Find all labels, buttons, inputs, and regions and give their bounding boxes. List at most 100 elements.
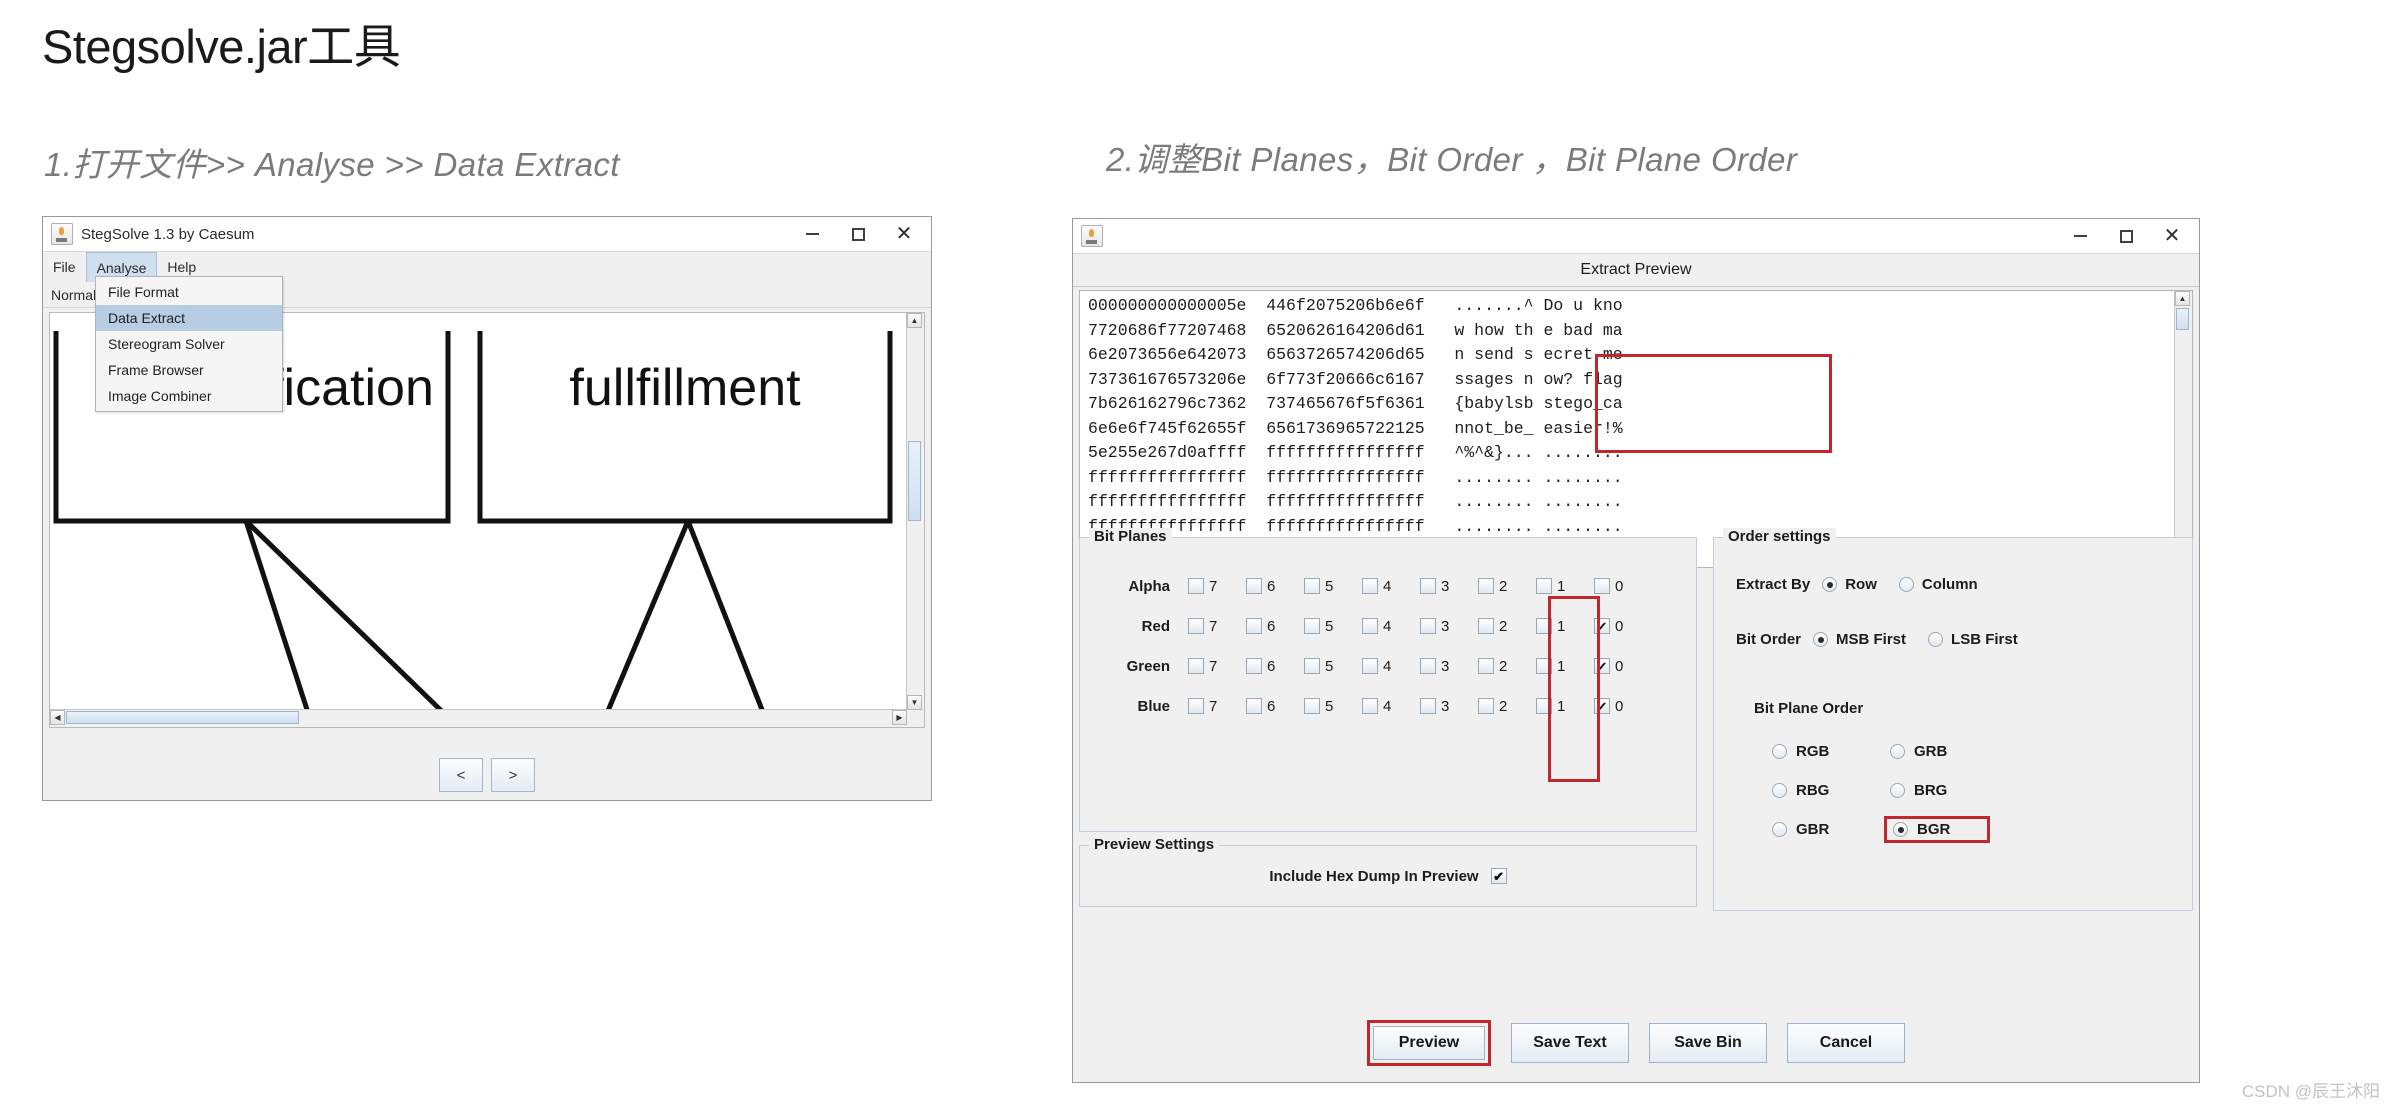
extract-by-option-column[interactable]: Column (1898, 576, 1978, 593)
radio-column-label: Column (1921, 576, 1978, 593)
bit-plane-channel-label: Blue (1137, 697, 1170, 715)
close-icon[interactable]: ✕ (881, 218, 927, 250)
bit-plane-order-option-gbr[interactable]: GBR (1772, 821, 1890, 838)
checkbox-alpha-0[interactable] (1594, 578, 1610, 594)
bit-number-label: 6 (1267, 577, 1276, 595)
checkbox-red-7[interactable] (1188, 618, 1204, 634)
hexdump-vertical-scrollbar[interactable]: ▲ ▼ (2174, 291, 2192, 567)
checkbox-alpha-1[interactable] (1536, 578, 1552, 594)
checkbox-alpha-5[interactable] (1304, 578, 1320, 594)
hex-vscroll-thumb[interactable] (2176, 308, 2189, 330)
scroll-up-arrow-icon[interactable]: ▲ (2175, 291, 2190, 306)
checkbox-blue-6[interactable] (1246, 698, 1262, 714)
scroll-down-arrow-icon[interactable]: ▼ (907, 695, 922, 710)
scroll-up-arrow-icon[interactable]: ▲ (907, 313, 922, 328)
bit-order-option-msb[interactable]: MSB First (1813, 631, 1906, 648)
menu-item-file-format[interactable]: File Format (96, 279, 282, 305)
menu-item-data-extract[interactable]: Data Extract (96, 305, 282, 331)
maximize-button[interactable] (835, 218, 881, 250)
bit-plane-order-option-brg[interactable]: BRG (1890, 782, 2008, 799)
menu-item-frame-browser[interactable]: Frame Browser (96, 357, 282, 383)
bit-plane-order-option-rgb[interactable]: RGB (1772, 743, 1890, 760)
checkbox-red-3[interactable] (1420, 618, 1436, 634)
checkbox-blue-1[interactable] (1536, 698, 1552, 714)
hexdump-pane[interactable]: 000000000000005e 446f2075206b6e6f ......… (1079, 290, 2193, 568)
radio-msb-first[interactable] (1813, 632, 1829, 647)
include-hexdump-checkbox[interactable]: ✔ (1490, 868, 1507, 884)
radio-gbr-label: GBR (1796, 821, 1830, 838)
bit-planes-rows: Alpha 7 6 5 4 3 2 1 0 Red 7 6 5 4 3 2 1 ✔ 0 Green 7 6 5 4 3 2 1 ✔ 0 B… (1080, 538, 1696, 726)
checkbox-blue-0[interactable]: ✔ (1594, 698, 1610, 714)
checkbox-green-7[interactable] (1188, 658, 1204, 674)
prev-plane-button[interactable]: < (439, 758, 483, 792)
radio-rgb[interactable] (1772, 744, 1787, 759)
radio-lsb-first[interactable] (1928, 632, 1944, 647)
radio-gbr[interactable] (1772, 822, 1787, 837)
bit-plane-cell: 1 (1536, 698, 1594, 715)
bit-plane-order-option-rbg[interactable]: RBG (1772, 782, 1890, 799)
checkbox-red-6[interactable] (1246, 618, 1262, 634)
checkbox-alpha-7[interactable] (1188, 578, 1204, 594)
close-icon[interactable]: ✕ (2149, 220, 2195, 252)
checkbox-green-6[interactable] (1246, 658, 1262, 674)
checkbox-green-0[interactable]: ✔ (1594, 658, 1610, 674)
bit-plane-cell: 3 (1420, 658, 1478, 675)
bit-number-label: 6 (1267, 657, 1276, 675)
save-bin-button[interactable]: Save Bin (1649, 1023, 1767, 1063)
extract-by-label: Extract By (1736, 576, 1811, 593)
minimize-button[interactable] (789, 218, 835, 250)
minimize-button[interactable] (2057, 220, 2103, 252)
checkbox-blue-2[interactable] (1478, 698, 1494, 714)
radio-brg-label: BRG (1914, 782, 1948, 799)
image-horizontal-scrollbar[interactable]: ◀ ▶ (50, 709, 907, 727)
radio-row[interactable] (1822, 577, 1838, 592)
bit-plane-row-green: Green 7 6 5 4 3 2 1 ✔ 0 (1104, 646, 1696, 686)
cancel-button[interactable]: Cancel (1787, 1023, 1905, 1063)
checkbox-red-1[interactable] (1536, 618, 1552, 634)
checkbox-alpha-4[interactable] (1362, 578, 1378, 594)
menu-item-stereogram-solver[interactable]: Stereogram Solver (96, 331, 282, 357)
radio-rbg[interactable] (1772, 783, 1787, 798)
checkbox-red-0[interactable]: ✔ (1594, 618, 1610, 634)
checkbox-blue-7[interactable] (1188, 698, 1204, 714)
bit-plane-order-options: RGB GRB RBG BRG GBR BGR (1772, 743, 2192, 843)
preview-button[interactable]: Preview (1373, 1026, 1485, 1060)
bit-plane-order-option-grb[interactable]: GRB (1890, 743, 2008, 760)
checkbox-red-2[interactable] (1478, 618, 1494, 634)
bit-order-option-lsb[interactable]: LSB First (1928, 631, 2018, 648)
scroll-left-arrow-icon[interactable]: ◀ (50, 710, 65, 725)
maximize-button[interactable] (2103, 220, 2149, 252)
menu-file[interactable]: File (43, 252, 86, 282)
radio-column[interactable] (1898, 577, 1914, 592)
extract-by-option-row[interactable]: Row (1822, 576, 1877, 593)
checkbox-alpha-3[interactable] (1420, 578, 1436, 594)
radio-bgr[interactable] (1893, 822, 1908, 837)
bit-plane-cell: 6 (1246, 578, 1304, 595)
checkbox-red-5[interactable] (1304, 618, 1320, 634)
bit-plane-order-option-bgr[interactable]: BGR (1884, 816, 1990, 843)
bit-number-label: 0 (1615, 617, 1624, 635)
radio-brg[interactable] (1890, 783, 1905, 798)
bit-number-label: 3 (1441, 577, 1450, 595)
save-text-button[interactable]: Save Text (1511, 1023, 1629, 1063)
checkbox-green-5[interactable] (1304, 658, 1320, 674)
next-plane-button[interactable]: > (491, 758, 535, 792)
hscroll-thumb[interactable] (66, 711, 299, 724)
menu-item-image-combiner[interactable]: Image Combiner (96, 383, 282, 409)
scroll-right-arrow-icon[interactable]: ▶ (892, 710, 907, 725)
checkbox-blue-3[interactable] (1420, 698, 1436, 714)
image-vertical-scrollbar[interactable]: ▲ ▼ (906, 313, 924, 727)
checkbox-green-4[interactable] (1362, 658, 1378, 674)
vscroll-thumb[interactable] (908, 441, 921, 521)
checkbox-blue-4[interactable] (1362, 698, 1378, 714)
bit-number-label: 3 (1441, 697, 1450, 715)
checkbox-green-2[interactable] (1478, 658, 1494, 674)
checkbox-blue-5[interactable] (1304, 698, 1320, 714)
radio-grb[interactable] (1890, 744, 1905, 759)
checkbox-green-1[interactable] (1536, 658, 1552, 674)
checkbox-alpha-2[interactable] (1478, 578, 1494, 594)
checkbox-green-3[interactable] (1420, 658, 1436, 674)
checkbox-red-4[interactable] (1362, 618, 1378, 634)
radio-grb-label: GRB (1914, 743, 1948, 760)
checkbox-alpha-6[interactable] (1246, 578, 1262, 594)
